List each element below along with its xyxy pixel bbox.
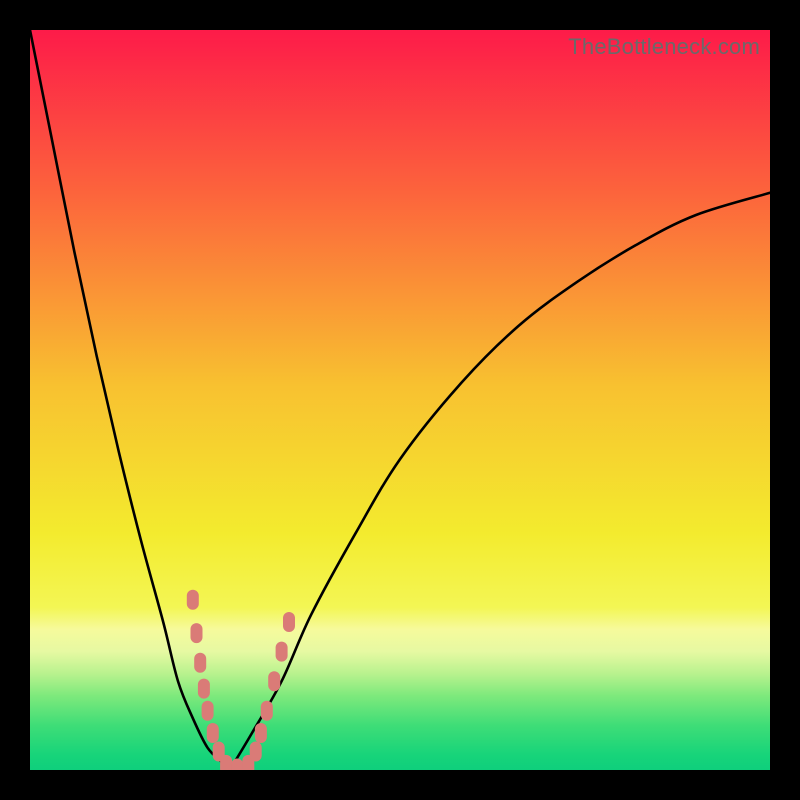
plot-area: TheBottleneck.com (30, 30, 770, 770)
marker-dot (231, 759, 243, 770)
marker-dot (255, 723, 267, 743)
marker-dot (194, 653, 206, 673)
marker-dot (283, 612, 295, 632)
marker-dot (276, 642, 288, 662)
curves-layer (30, 30, 770, 770)
plateau-markers (187, 590, 295, 770)
marker-dot (202, 701, 214, 721)
marker-dot (268, 671, 280, 691)
marker-dot (261, 701, 273, 721)
marker-dot (207, 723, 219, 743)
marker-dot (191, 623, 203, 643)
marker-dot (187, 590, 199, 610)
marker-dot (198, 679, 210, 699)
chart-stage: TheBottleneck.com (0, 0, 800, 800)
right-curve (230, 193, 770, 770)
marker-dot (250, 742, 262, 762)
marker-dot (220, 755, 232, 770)
watermark-text: TheBottleneck.com (568, 34, 760, 60)
